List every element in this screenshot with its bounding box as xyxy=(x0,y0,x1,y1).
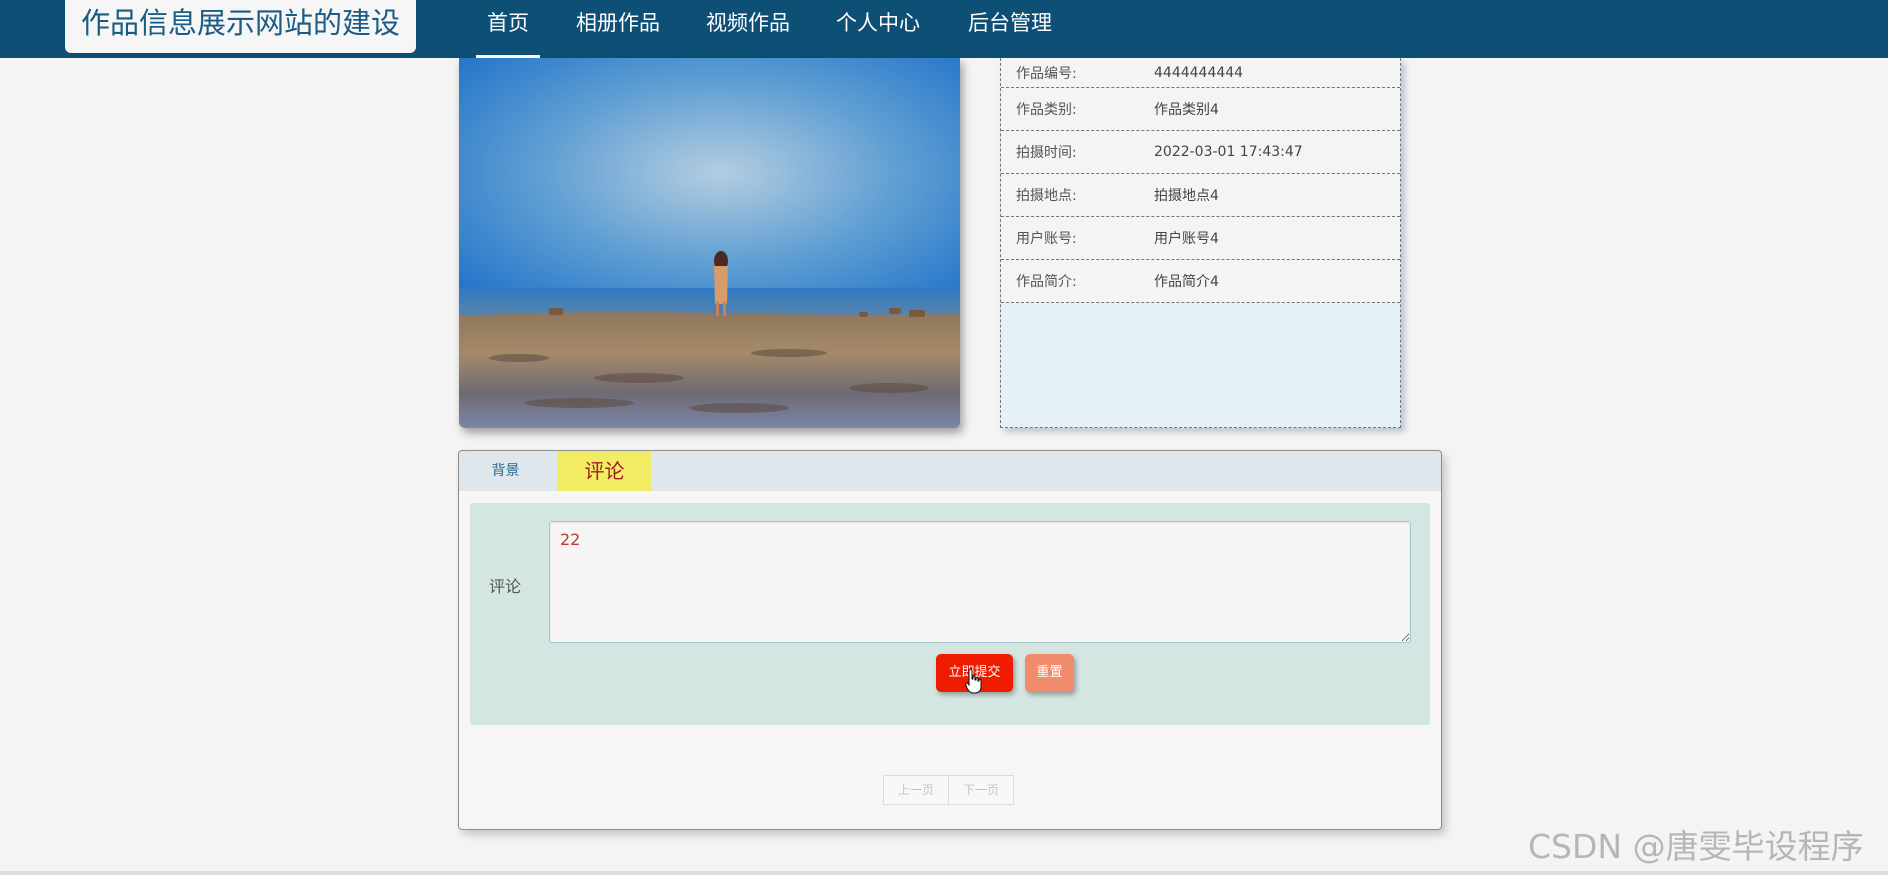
info-row-work-number: 作品编号: 4444444444 xyxy=(1001,58,1400,88)
next-page-button[interactable]: 下一页 xyxy=(949,775,1015,805)
info-label: 作品编号: xyxy=(1016,65,1077,82)
bottom-divider xyxy=(0,871,1888,875)
detail-tabs-panel: 背景 评论 评论 22 立即提交 重置 上一页 下一页 xyxy=(458,450,1442,830)
top-navigation-bar: 作品信息展示网站的建设 首页 相册作品 视频作品 个人中心 后台管理 xyxy=(0,0,1888,58)
comment-textarea[interactable]: 22 xyxy=(549,521,1411,643)
hand-cursor-icon xyxy=(965,668,982,694)
nav-item-video-works[interactable]: 视频作品 xyxy=(700,0,796,58)
info-row-shoot-time: 拍摄时间: 2022-03-01 17:43:47 xyxy=(1001,131,1400,174)
reset-button[interactable]: 重置 xyxy=(1025,654,1074,692)
nav-item-home[interactable]: 首页 xyxy=(476,0,540,58)
info-label: 作品简介: xyxy=(1016,274,1077,290)
nav-item-admin[interactable]: 后台管理 xyxy=(962,0,1058,58)
watermark: CSDN @唐雯毕设程序 xyxy=(1528,827,1864,866)
comment-form: 评论 22 立即提交 重置 xyxy=(470,503,1430,725)
work-info-panel: 作品编号: 4444444444 作品类别: 作品类别4 拍摄时间: 2022-… xyxy=(1000,58,1401,428)
page: 作品信息展示网站的建设 首页 相册作品 视频作品 个人中心 后台管理 作品编号:… xyxy=(0,0,1888,875)
prev-page-button[interactable]: 上一页 xyxy=(883,775,950,805)
info-label: 作品类别: xyxy=(1016,102,1077,118)
info-value: 作品简介4 xyxy=(1154,274,1219,290)
nav-item-personal-center[interactable]: 个人中心 xyxy=(830,0,926,58)
tab-background[interactable]: 背景 xyxy=(459,451,552,491)
info-value: 拍摄地点4 xyxy=(1154,188,1219,204)
info-row-shoot-location: 拍摄地点: 拍摄地点4 xyxy=(1001,174,1400,217)
info-value: 4444444444 xyxy=(1154,64,1244,81)
artwork-photo xyxy=(459,58,960,428)
info-row-user-account: 用户账号: 用户账号4 xyxy=(1001,217,1400,260)
nav-item-album-works[interactable]: 相册作品 xyxy=(570,0,666,58)
info-label: 拍摄地点: xyxy=(1016,188,1077,204)
info-label: 用户账号: xyxy=(1016,231,1077,247)
info-label: 拍摄时间: xyxy=(1016,145,1077,161)
info-row-work-intro: 作品简介: 作品简介4 xyxy=(1001,260,1400,303)
info-value: 2022-03-01 17:43:47 xyxy=(1154,144,1303,160)
info-row-work-category: 作品类别: 作品类别4 xyxy=(1001,88,1400,131)
site-title[interactable]: 作品信息展示网站的建设 xyxy=(65,0,416,53)
info-value: 作品类别4 xyxy=(1154,102,1219,118)
tab-bar: 背景 评论 xyxy=(459,451,1441,491)
tab-comment[interactable]: 评论 xyxy=(558,451,651,491)
pagination: 上一页 下一页 xyxy=(883,775,1015,805)
comment-label: 评论 xyxy=(489,577,522,596)
info-value: 用户账号4 xyxy=(1154,231,1219,247)
